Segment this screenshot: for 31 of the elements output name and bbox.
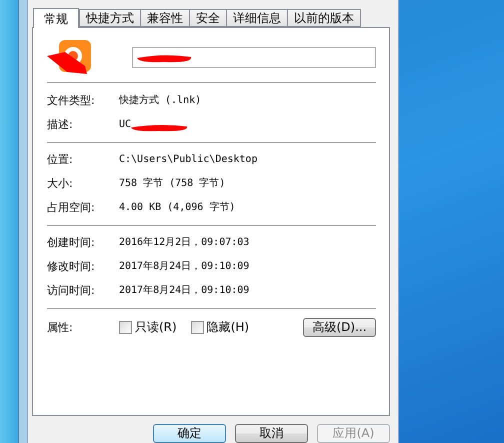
field-label: 访问时间:	[47, 282, 96, 298]
tab[interactable]: 常规	[33, 8, 79, 28]
field-value: 2017年8月24日，09:10:09	[119, 260, 250, 273]
dialog-button[interactable]: 取消	[235, 424, 308, 443]
tab[interactable]: 兼容性	[140, 9, 190, 27]
field-label: 描述:	[47, 116, 74, 132]
dialog-button[interactable]: 确定	[153, 424, 226, 443]
field-value: 4.00 KB (4,096 字节)	[119, 200, 236, 214]
field-label: 位置:	[47, 152, 74, 166]
field-label: 占用空间:	[47, 200, 96, 214]
checkbox[interactable]: 隐藏(H)	[190, 318, 250, 336]
field-value: 2016年12月2日，09:07:03	[119, 236, 250, 249]
tab[interactable]: 快捷方式	[79, 9, 141, 27]
field-value: 2017年8月24日，09:10:09	[119, 284, 250, 297]
field-label: 创建时间:	[47, 234, 96, 250]
field-value: UC	[119, 118, 132, 130]
redaction-mark	[129, 122, 190, 132]
field-value: C:\Users\Public\Desktop	[119, 154, 258, 164]
tab[interactable]: 详细信息	[226, 9, 288, 27]
field-label: 修改时间:	[47, 258, 96, 274]
advanced-button[interactable]: 高级(D)...	[303, 318, 376, 336]
redaction-mark	[135, 52, 193, 62]
field-label: 大小:	[47, 176, 74, 190]
field-label: 文件类型:	[47, 92, 96, 108]
field-value: 快捷方式 (.lnk)	[119, 94, 202, 107]
name-field[interactable]	[132, 46, 376, 68]
tab[interactable]: 安全	[189, 9, 227, 27]
field-label: 属性:	[47, 320, 74, 334]
checkbox[interactable]: 只读(R)	[119, 318, 177, 336]
tab[interactable]: 以前的版本	[287, 9, 361, 27]
field-value: 758 字节 (758 字节)	[119, 176, 226, 190]
